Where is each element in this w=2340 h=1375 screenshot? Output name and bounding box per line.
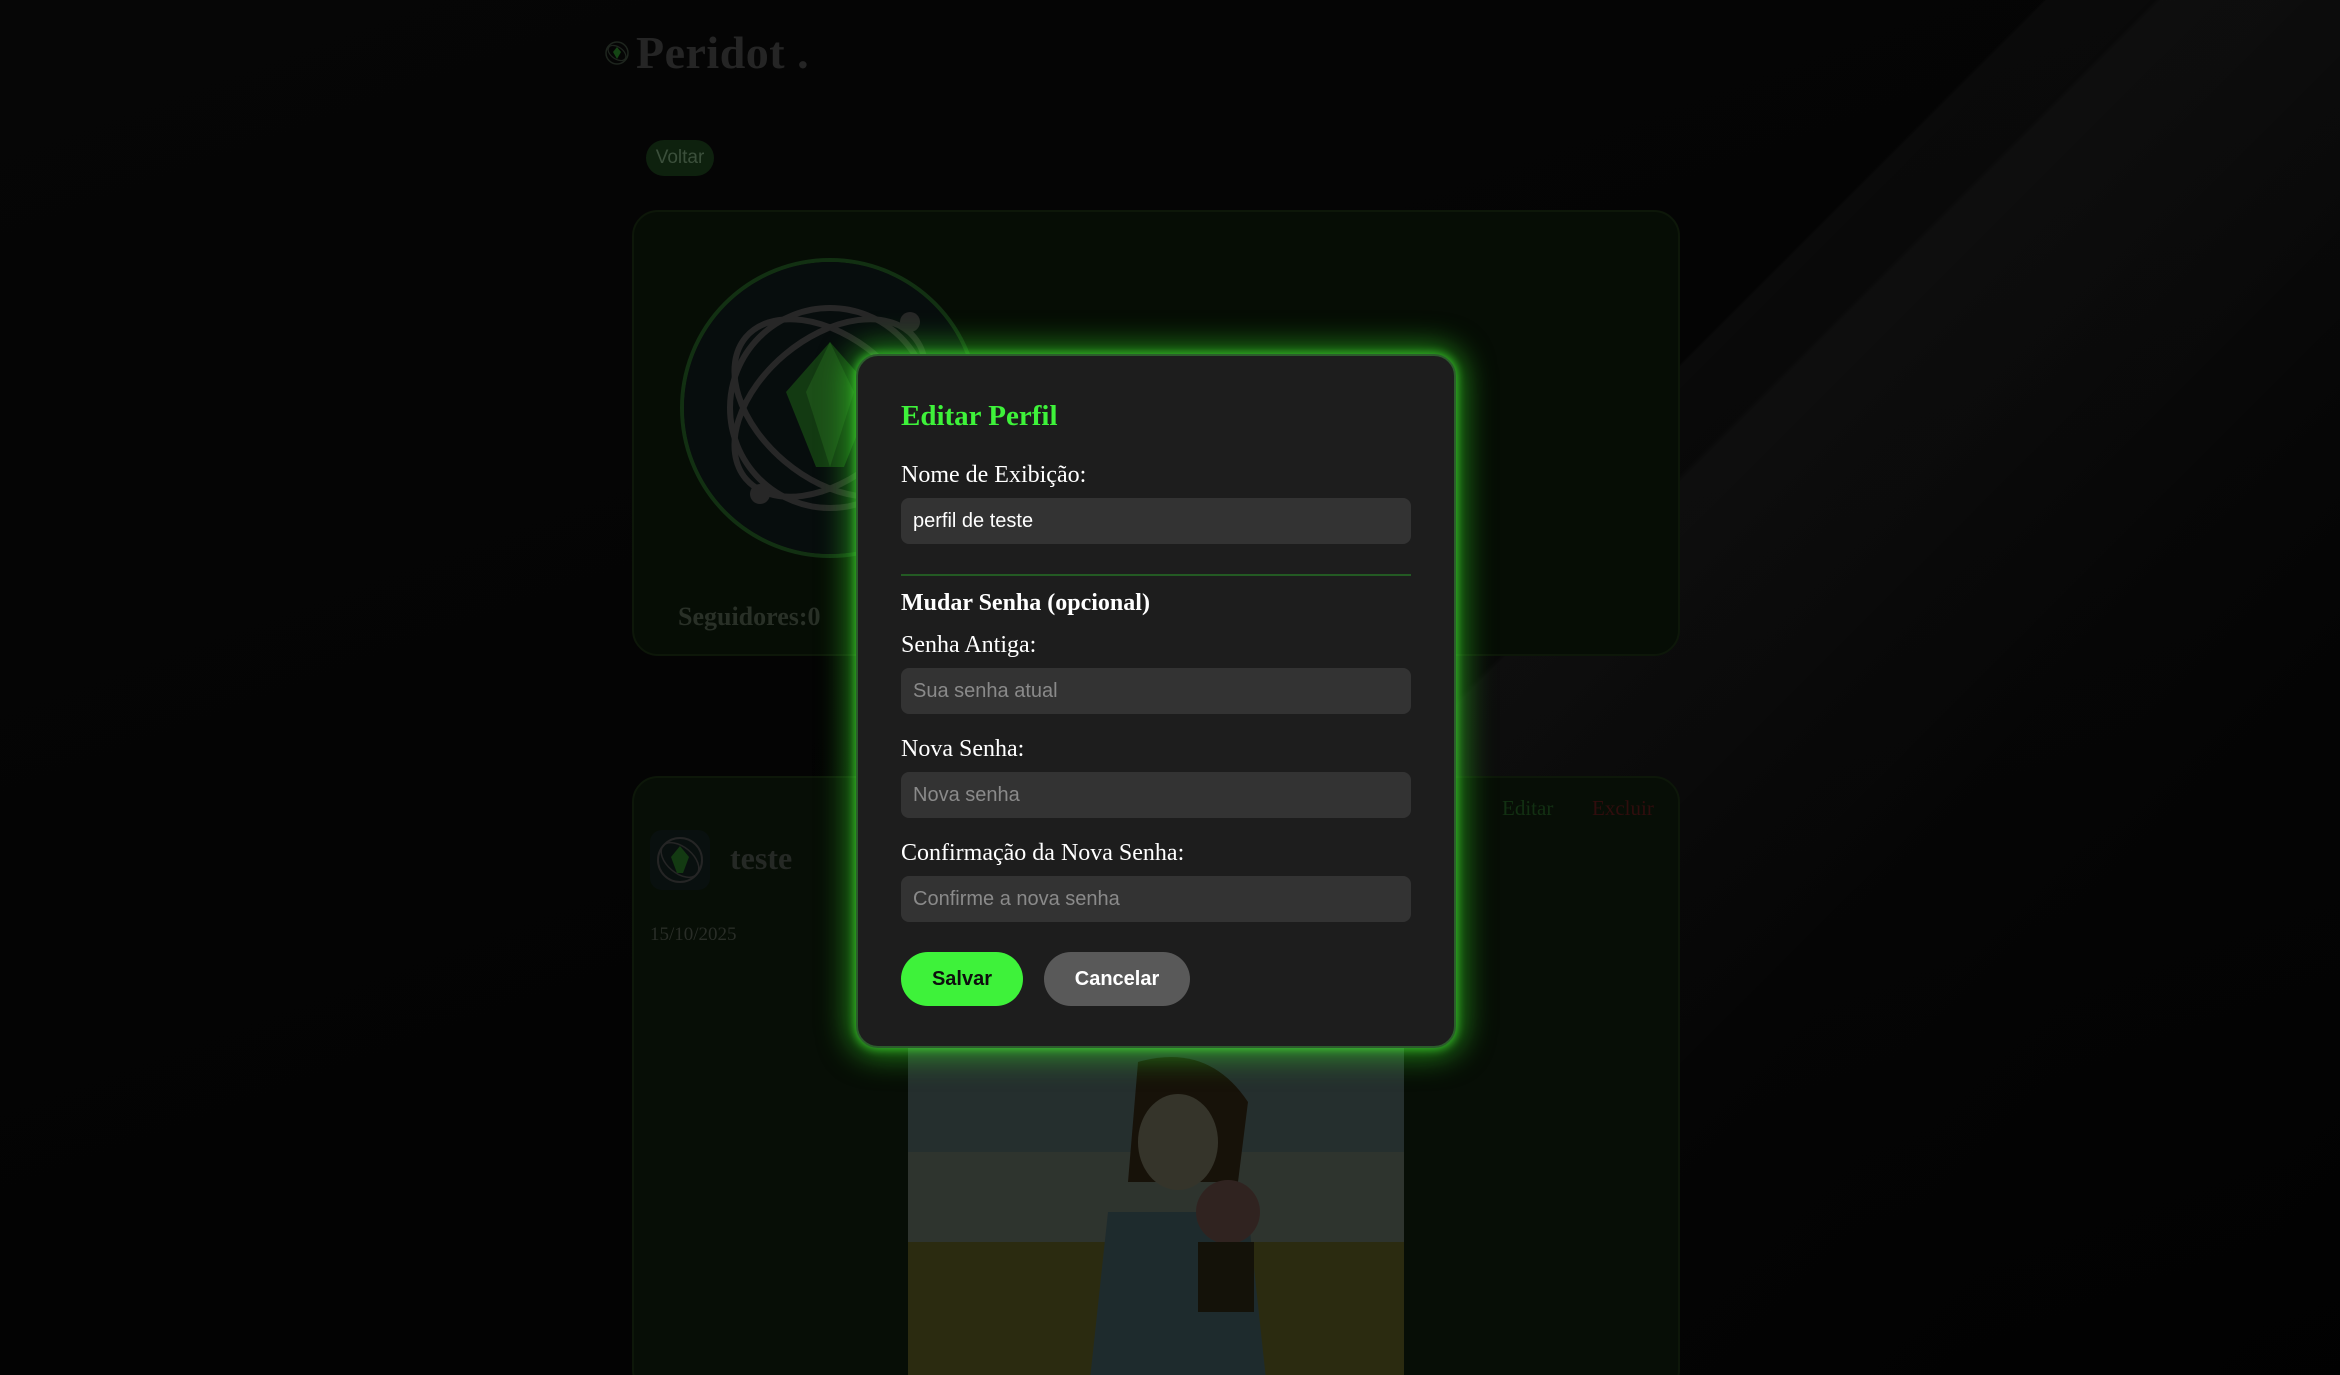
new-password-input[interactable] — [901, 772, 1411, 818]
cancel-button[interactable]: Cancelar — [1044, 952, 1190, 1006]
display-name-label: Nome de Exibição: — [901, 462, 1087, 488]
save-button[interactable]: Salvar — [901, 952, 1023, 1006]
edit-profile-modal: Editar Perfil Nome de Exibição: Mudar Se… — [856, 354, 1456, 1048]
old-password-label: Senha Antiga: — [901, 632, 1037, 658]
divider — [901, 574, 1411, 576]
confirm-password-label: Confirmação da Nova Senha: — [901, 840, 1185, 866]
display-name-input[interactable] — [901, 498, 1411, 544]
old-password-input[interactable] — [901, 668, 1411, 714]
modal-title: Editar Perfil — [901, 400, 1058, 432]
confirm-password-input[interactable] — [901, 876, 1411, 922]
change-password-heading: Mudar Senha (opcional) — [901, 590, 1150, 616]
new-password-label: Nova Senha: — [901, 736, 1025, 762]
